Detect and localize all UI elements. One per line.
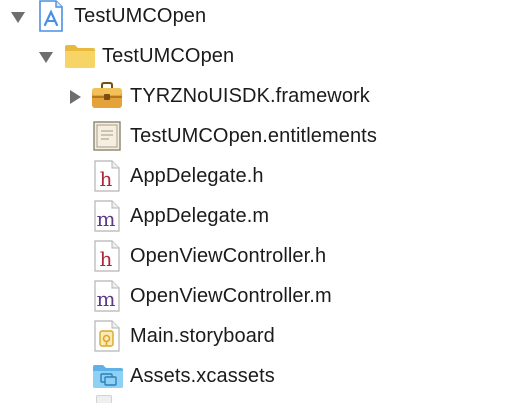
navigator-row-openviewcontroller-h[interactable]: h OpenViewController.h	[0, 237, 520, 277]
svg-text:m: m	[97, 287, 116, 311]
disclosure-triangle-collapsed-icon[interactable]	[67, 89, 83, 105]
project-navigator: TestUMCOpen TestUMCOpen TYRZNoUISDK.fram…	[0, 0, 520, 403]
svg-text:h: h	[100, 247, 113, 271]
disclosure-triangle-expanded-icon[interactable]	[10, 9, 26, 25]
navigator-row-assets[interactable]: Assets.xcassets	[0, 357, 520, 397]
navigator-row-project[interactable]: TestUMCOpen	[0, 0, 520, 37]
file-name-label: AppDelegate.m	[130, 205, 270, 227]
group-name-label: TestUMCOpen	[102, 45, 235, 67]
header-file-icon: h	[94, 240, 120, 272]
project-name-label: TestUMCOpen	[74, 5, 207, 27]
objc-source-file-icon: m	[94, 280, 120, 312]
framework-name-label: TYRZNoUISDK.framework	[130, 85, 370, 107]
framework-toolbox-icon	[91, 82, 123, 110]
entitlements-name-label: TestUMCOpen.entitlements	[130, 125, 377, 147]
folder-name-label: Assets.xcassets	[130, 365, 275, 387]
navigator-row-entitlements[interactable]: TestUMCOpen.entitlements	[0, 117, 520, 157]
svg-text:h: h	[100, 167, 113, 191]
file-name-label: OpenViewController.m	[130, 285, 332, 307]
storyboard-file-icon	[94, 320, 120, 352]
entitlements-certificate-icon	[93, 121, 121, 151]
xcode-project-icon	[38, 0, 64, 32]
file-name-label: Main.storyboard	[130, 325, 275, 347]
header-file-icon: h	[94, 160, 120, 192]
file-name-label: OpenViewController.h	[130, 245, 327, 267]
navigator-row-openviewcontroller-m[interactable]: m OpenViewController.m	[0, 277, 520, 317]
navigator-row-framework[interactable]: TYRZNoUISDK.framework	[0, 77, 520, 117]
navigator-row-group[interactable]: TestUMCOpen	[0, 37, 520, 77]
navigator-row-main-storyboard[interactable]: Main.storyboard	[0, 317, 520, 357]
folder-icon	[64, 43, 96, 69]
navigator-row-appdelegate-m[interactable]: m AppDelegate.m	[0, 197, 520, 237]
navigator-row-appdelegate-h[interactable]: h AppDelegate.h	[0, 157, 520, 197]
svg-text:m: m	[97, 207, 116, 231]
objc-source-file-icon: m	[94, 200, 120, 232]
disclosure-triangle-expanded-icon[interactable]	[38, 49, 54, 65]
asset-catalog-folder-icon	[92, 363, 124, 389]
file-name-label: AppDelegate.h	[130, 165, 264, 187]
